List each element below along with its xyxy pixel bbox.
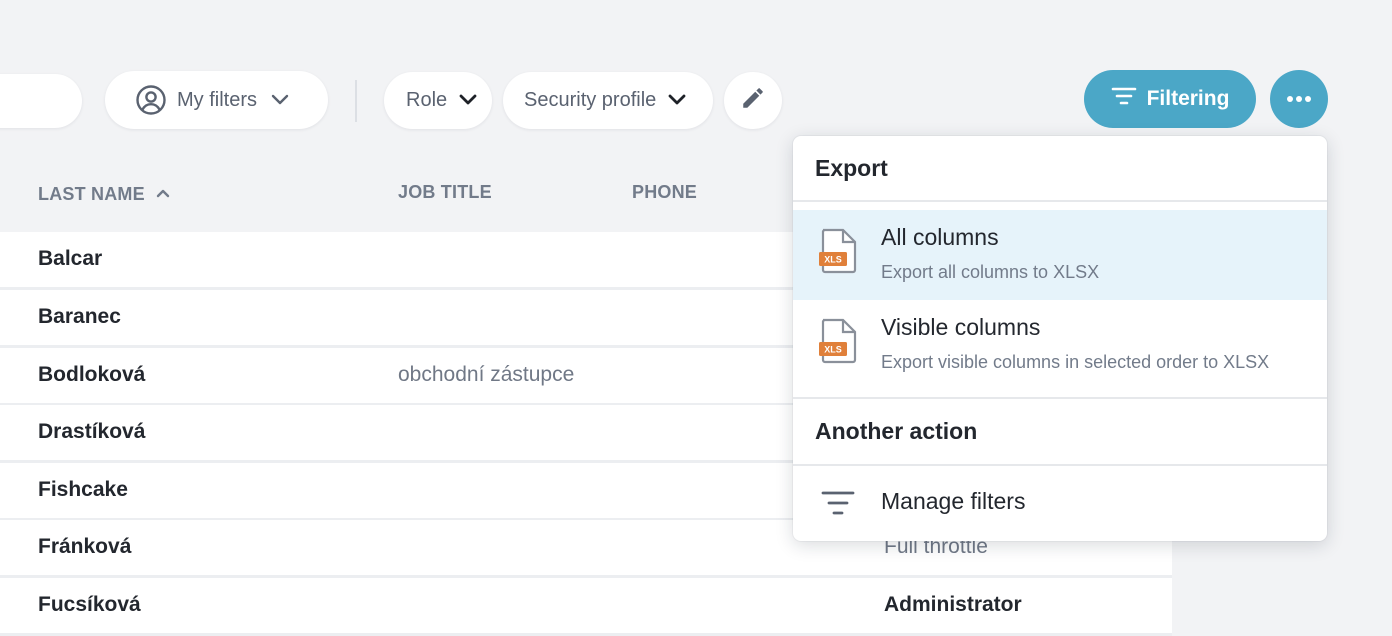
more-dots-icon [1286, 90, 1312, 108]
filtering-button[interactable]: Filtering [1084, 70, 1256, 128]
column-header-phone[interactable]: PHONE [632, 182, 697, 203]
toolbar-divider [355, 80, 357, 122]
job-title-cell: obchodní zástupce [398, 363, 575, 386]
all-columns-title: All columns [881, 224, 999, 250]
last-name-cell: Fucsíková [38, 593, 141, 616]
xls-file-icon: XLS [819, 318, 859, 364]
another-action-heading: Another action [815, 418, 978, 444]
chevron-down-icon [459, 89, 477, 112]
export-visible-columns-item[interactable]: XLS Visible columns Export visible colum… [793, 300, 1327, 390]
column-header-last-name[interactable]: LAST NAME [38, 182, 170, 205]
filtering-label: Filtering [1146, 87, 1230, 110]
role-filter-label: Role [406, 89, 448, 111]
role-cell: Administrator [884, 593, 1022, 616]
edit-filters-button[interactable] [724, 72, 782, 129]
last-name-cell: Fishcake [38, 478, 128, 501]
export-all-columns-item[interactable]: XLS All columns Export all columns to XL… [793, 210, 1327, 300]
last-name-cell: Balcar [38, 247, 103, 270]
visible-columns-subtitle: Export visible columns in selected order… [881, 352, 1270, 372]
my-filters-label: My filters [177, 88, 257, 111]
manage-filters-item[interactable]: Manage filters [793, 466, 1327, 541]
filter-lines-icon [821, 490, 855, 521]
last-name-cell: Baranec [38, 305, 121, 328]
menu-divider [793, 200, 1327, 202]
role-filter-button[interactable]: Role [384, 72, 492, 129]
more-actions-menu: Export XLS All columns Export all column… [793, 136, 1327, 541]
user-circle-icon [135, 84, 167, 116]
security-profile-label: Security profile [524, 89, 657, 111]
last-name-cell: Fránková [38, 535, 132, 558]
menu-divider [793, 397, 1327, 399]
pencil-icon [740, 85, 766, 117]
visible-columns-title: Visible columns [881, 314, 1041, 340]
my-filters-button[interactable]: My filters [105, 71, 328, 129]
search-input[interactable] [0, 74, 82, 128]
manage-filters-label: Manage filters [881, 488, 1026, 514]
chevron-down-icon [271, 89, 289, 112]
more-actions-button[interactable] [1270, 70, 1328, 128]
column-header-job-title[interactable]: JOB TITLE [398, 182, 492, 203]
sort-ascending-icon [156, 182, 170, 203]
table-row[interactable]: Fucsíková Administrator [0, 578, 1172, 636]
security-profile-filter-button[interactable]: Security profile [503, 72, 713, 129]
last-name-cell: Drastíková [38, 420, 146, 443]
xls-badge-label: XLS [824, 255, 842, 265]
last-name-cell: Bodloková [38, 363, 146, 386]
filter-lines-icon [1111, 86, 1137, 112]
all-columns-subtitle: Export all columns to XLSX [881, 262, 1100, 282]
chevron-down-icon [668, 89, 686, 112]
xls-file-icon: XLS [819, 228, 859, 274]
export-heading: Export [815, 155, 888, 181]
xls-badge-label: XLS [824, 345, 842, 355]
